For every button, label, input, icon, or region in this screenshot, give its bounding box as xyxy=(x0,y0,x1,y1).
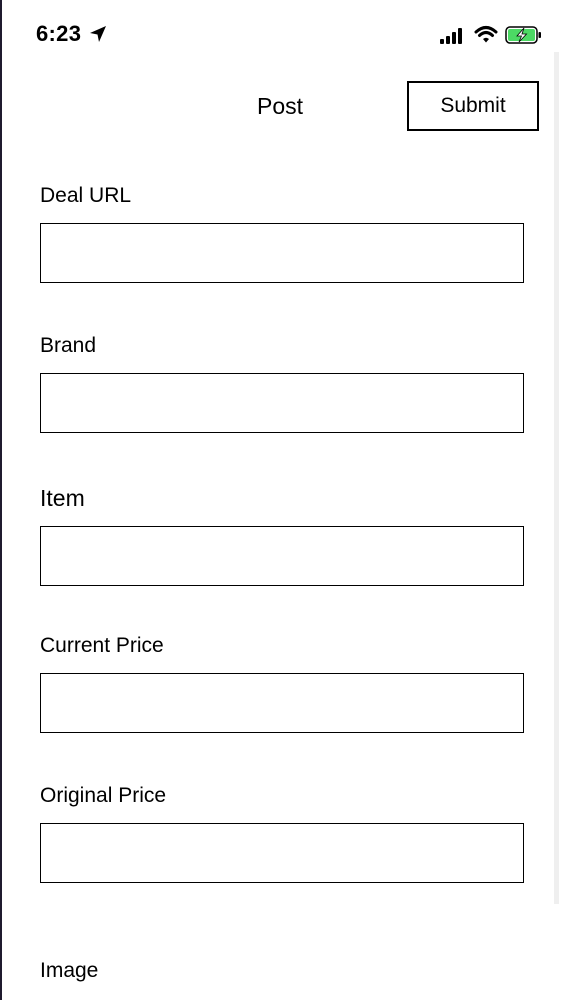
image-label: Image xyxy=(40,959,99,982)
original-price-label: Original Price xyxy=(40,784,167,807)
scrollbar[interactable] xyxy=(554,52,559,904)
brand-label: Brand xyxy=(40,334,97,357)
status-time: 6:23 xyxy=(36,21,82,46)
nav-bar: Post Submit xyxy=(0,70,563,145)
original-price-input[interactable] xyxy=(40,823,524,883)
current-price-input[interactable] xyxy=(40,673,524,733)
battery-charging-icon xyxy=(505,26,541,44)
submit-button[interactable]: Submit xyxy=(407,81,539,131)
status-bar: 6:23 xyxy=(0,0,563,70)
window-edge xyxy=(0,0,2,1000)
cellular-signal-icon xyxy=(440,28,462,44)
location-arrow-icon xyxy=(90,26,106,42)
page-title: Post xyxy=(257,93,304,119)
deal-url-label: Deal URL xyxy=(40,184,132,207)
wifi-icon xyxy=(474,26,498,43)
deal-url-input[interactable] xyxy=(40,223,524,283)
current-price-label: Current Price xyxy=(40,634,164,657)
item-label: Item xyxy=(40,485,85,511)
brand-input[interactable] xyxy=(40,373,524,433)
item-input[interactable] xyxy=(40,526,524,586)
